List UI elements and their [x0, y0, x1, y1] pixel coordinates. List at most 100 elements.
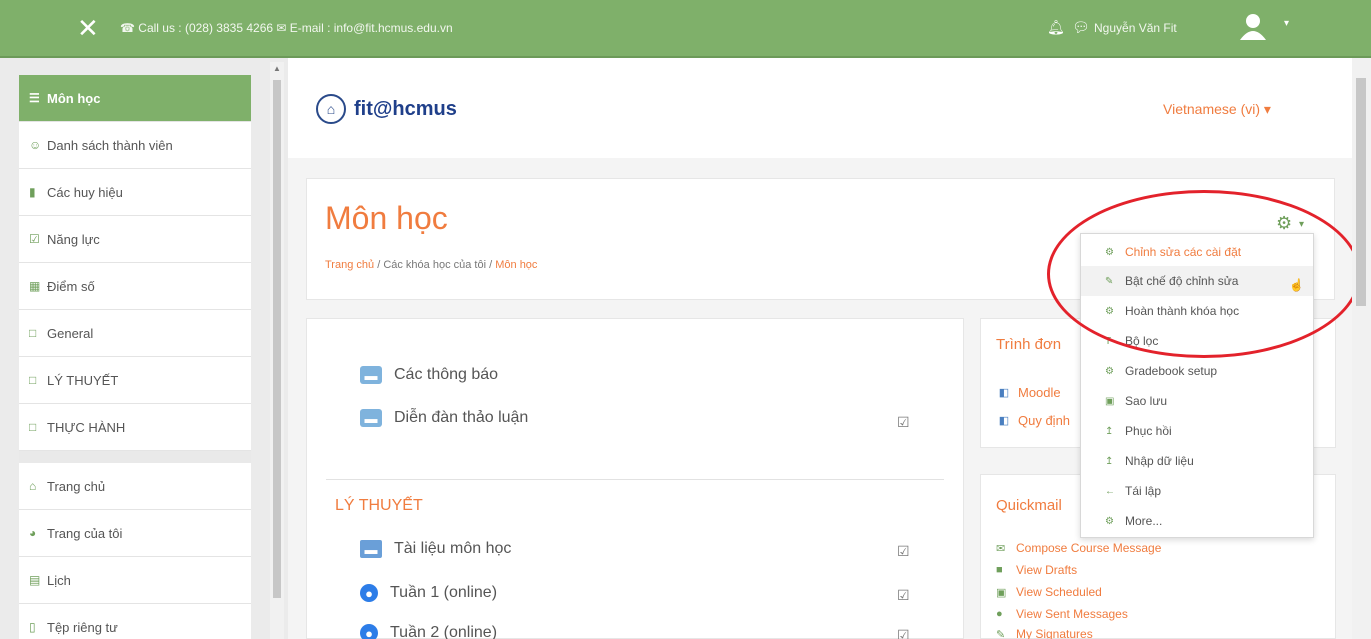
- scroll-up-icon[interactable]: ▲: [273, 64, 281, 73]
- folder-icon: □: [29, 373, 37, 387]
- menu-item-reset[interactable]: ← Tái lập: [1105, 484, 1161, 498]
- mail-icon: ✉: [996, 542, 1006, 555]
- activity-label: Tuần 1 (online): [390, 584, 498, 601]
- sidebar-item-mon-hoc[interactable]: ☰ Môn học: [19, 75, 251, 122]
- sidebar-item-competencies[interactable]: ☑ Năng lực: [19, 216, 251, 263]
- site-logo[interactable]: ⌂ fit@hcmus: [316, 94, 457, 124]
- breadcrumb-sep: /: [489, 259, 493, 271]
- document-icon: ◧: [998, 414, 1010, 427]
- completion-checkbox[interactable]: ☑: [897, 627, 910, 639]
- breadcrumb-home[interactable]: Trang chủ: [325, 259, 374, 271]
- chat-icon[interactable]: 💬︎: [1072, 19, 1090, 36]
- quickmail-drafts[interactable]: ■ View Drafts: [996, 563, 1077, 577]
- sidebar-item-calendar[interactable]: ▤ Lịch: [19, 557, 251, 604]
- completion-checkbox[interactable]: ☑: [897, 543, 910, 560]
- sidebar-item-thuc-hanh[interactable]: □ THỰC HÀNH: [19, 404, 251, 451]
- folder-icon: □: [29, 326, 37, 340]
- block-link-label: Moodle: [1018, 384, 1061, 400]
- sidebar-item-label: Trang của tôi: [47, 525, 123, 541]
- language-selector[interactable]: Vietnamese (vi) ▾: [1163, 101, 1271, 118]
- forum-icon: ▬: [360, 366, 382, 384]
- menu-item-restore[interactable]: ↥ Phục hồi: [1105, 424, 1172, 438]
- completion-checkbox[interactable]: ☑: [897, 414, 910, 431]
- sidebar-item-private-files[interactable]: ▯ Tệp riêng tư: [19, 604, 251, 639]
- menu-item-more[interactable]: ⚙ More...: [1105, 514, 1162, 528]
- sidebar-item-general[interactable]: □ General: [19, 310, 251, 357]
- file-icon: ▯: [29, 620, 36, 634]
- activity-label: Các thông báo: [394, 366, 499, 383]
- sidebar-item-label: Trang chủ: [47, 478, 106, 494]
- bell-icon[interactable]: 🔔︎: [1047, 19, 1065, 36]
- sidebar-scrollbar[interactable]: ▲: [270, 62, 284, 639]
- sidebar-item-ly-thuyet[interactable]: □ LÝ THUYẾT: [19, 357, 251, 404]
- users-icon: ☺: [29, 138, 42, 152]
- breadcrumb-my-courses[interactable]: Các khóa học của tôi: [383, 259, 486, 271]
- block-link-rules[interactable]: ◧ Quy định: [996, 412, 1070, 428]
- activity-course-materials[interactable]: ▬ Tài liệu môn học: [360, 540, 511, 558]
- calendar-icon: ▤: [29, 573, 41, 587]
- sidebar-item-label: Các huy hiệu: [47, 184, 123, 200]
- page-title: Môn học: [325, 200, 448, 236]
- menu-item-label: Sao lưu: [1125, 394, 1168, 408]
- quickmail-scheduled[interactable]: ▣ View Scheduled: [996, 585, 1102, 599]
- quickmail-label: View Scheduled: [1016, 585, 1102, 599]
- quickmail-label: Compose Course Message: [1016, 541, 1162, 555]
- home-icon: ⌂: [29, 479, 37, 493]
- sidebar-item-participants[interactable]: ☺ Danh sách thành viên: [19, 122, 251, 169]
- video-icon: ●: [360, 584, 378, 602]
- breadcrumb: Trang chủ / Các khóa học của tôi / Môn h…: [325, 259, 537, 271]
- menu-item-label: Phục hồi: [1125, 424, 1172, 438]
- video-icon: ●: [360, 624, 378, 639]
- block-title: Quickmail: [996, 497, 1062, 514]
- quickmail-signatures[interactable]: ✎ My Signatures: [996, 627, 1093, 639]
- gear-icon: ⚙: [1105, 515, 1114, 527]
- quickmail-label: View Drafts: [1016, 563, 1078, 577]
- pencil-icon: ✎: [996, 628, 1006, 639]
- sidebar-item-dashboard[interactable]: ◕ Trang của tôi: [19, 510, 251, 557]
- sidebar-item-grades[interactable]: ▦ Điểm số: [19, 263, 251, 310]
- block-link-label: Quy định: [1018, 412, 1071, 428]
- quickmail-sent[interactable]: ● View Sent Messages: [996, 607, 1128, 621]
- sidebar-item-label: Điểm số: [47, 278, 95, 294]
- activity-label: Tuần 2 (online): [390, 624, 498, 639]
- contact-info: ☎ Call us : (028) 3835 4266 ✉ E-mail : i…: [120, 21, 453, 35]
- activity-announcements[interactable]: ▬ Các thông báo: [360, 366, 498, 384]
- user-menu-caret-icon[interactable]: ▾: [1284, 18, 1289, 29]
- logo-emblem-icon: ⌂: [316, 94, 346, 124]
- activity-week-1[interactable]: ● Tuần 1 (online): [360, 584, 497, 602]
- breadcrumb-current[interactable]: Môn học: [495, 259, 537, 271]
- folder-icon: ▬: [360, 540, 382, 558]
- calendar-icon: ▣: [996, 586, 1007, 599]
- menu-item-import[interactable]: ↥ Nhập dữ liệu: [1105, 454, 1194, 468]
- folder-icon: □: [29, 420, 37, 434]
- menu-item-gradebook-setup[interactable]: ⚙ Gradebook setup: [1105, 364, 1217, 378]
- activity-label: Tài liệu môn học: [394, 540, 512, 557]
- sidebar-divider: [19, 451, 251, 463]
- menu-item-label: More...: [1125, 514, 1163, 528]
- sidebar-item-label: General: [47, 325, 94, 341]
- backup-icon: ▣: [1105, 395, 1115, 407]
- sidebar-item-label: LÝ THUYẾT: [47, 372, 119, 388]
- dashboard-icon: ◕: [29, 526, 37, 540]
- forum-icon: ▬: [360, 409, 382, 427]
- avatar-icon[interactable]: [1237, 10, 1269, 42]
- top-navbar: ✕ ☎ Call us : (028) 3835 4266 ✉ E-mail :…: [0, 0, 1371, 58]
- close-icon[interactable]: ✕: [77, 15, 99, 41]
- breadcrumb-sep: /: [377, 259, 381, 271]
- sidebar-item-label: THỰC HÀNH: [47, 419, 126, 435]
- menu-item-backup[interactable]: ▣ Sao lưu: [1105, 394, 1167, 408]
- quickmail-compose[interactable]: ✉ Compose Course Message: [996, 541, 1161, 555]
- activity-week-2[interactable]: ● Tuần 2 (online): [360, 624, 497, 639]
- user-name[interactable]: Nguyễn Văn Fit: [1094, 21, 1177, 35]
- activity-discussion-forum[interactable]: ▬ Diễn đàn thảo luận: [360, 409, 528, 427]
- arrow-left-icon: ←: [1105, 485, 1115, 497]
- scrollbar-thumb[interactable]: [1356, 78, 1366, 306]
- completion-checkbox[interactable]: ☑: [897, 587, 910, 604]
- sidebar-item-badges[interactable]: ▮ Các huy hiệu: [19, 169, 251, 216]
- page-scrollbar[interactable]: [1352, 58, 1371, 639]
- sidebar-item-home[interactable]: ⌂ Trang chủ: [19, 463, 251, 510]
- block-title: Trình đơn: [996, 336, 1062, 353]
- block-link-moodle[interactable]: ◧ Moodle: [996, 384, 1061, 400]
- section-divider: [326, 479, 944, 480]
- scrollbar-thumb[interactable]: [273, 80, 281, 598]
